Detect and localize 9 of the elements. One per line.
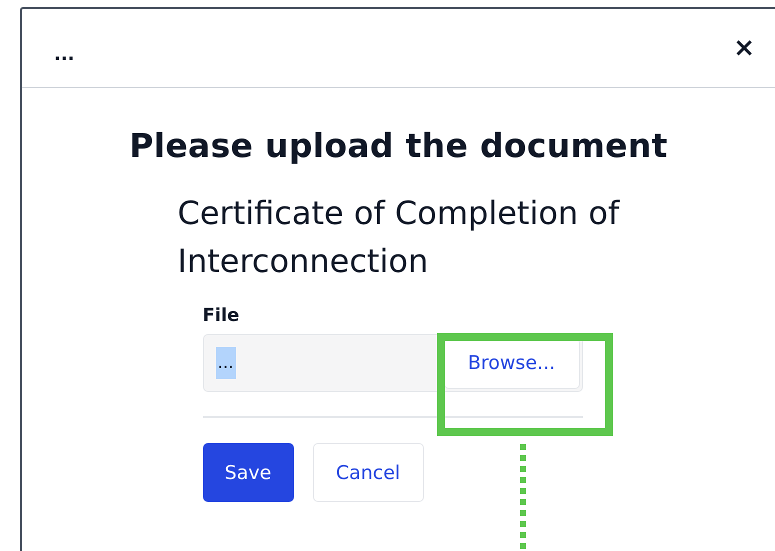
cancel-button[interactable]: Cancel (312, 443, 424, 502)
dialog-heading: Please upload the document (129, 126, 668, 165)
dialog-title: ... (54, 42, 75, 64)
save-button[interactable]: Save (202, 443, 294, 502)
document-name: Certificate of Completion of Interconnection (178, 193, 621, 282)
close-button[interactable]: × (733, 33, 755, 63)
field-label: File (202, 305, 240, 326)
file-field[interactable]: ... Browse... (202, 334, 582, 392)
field-value: ... (216, 347, 236, 379)
